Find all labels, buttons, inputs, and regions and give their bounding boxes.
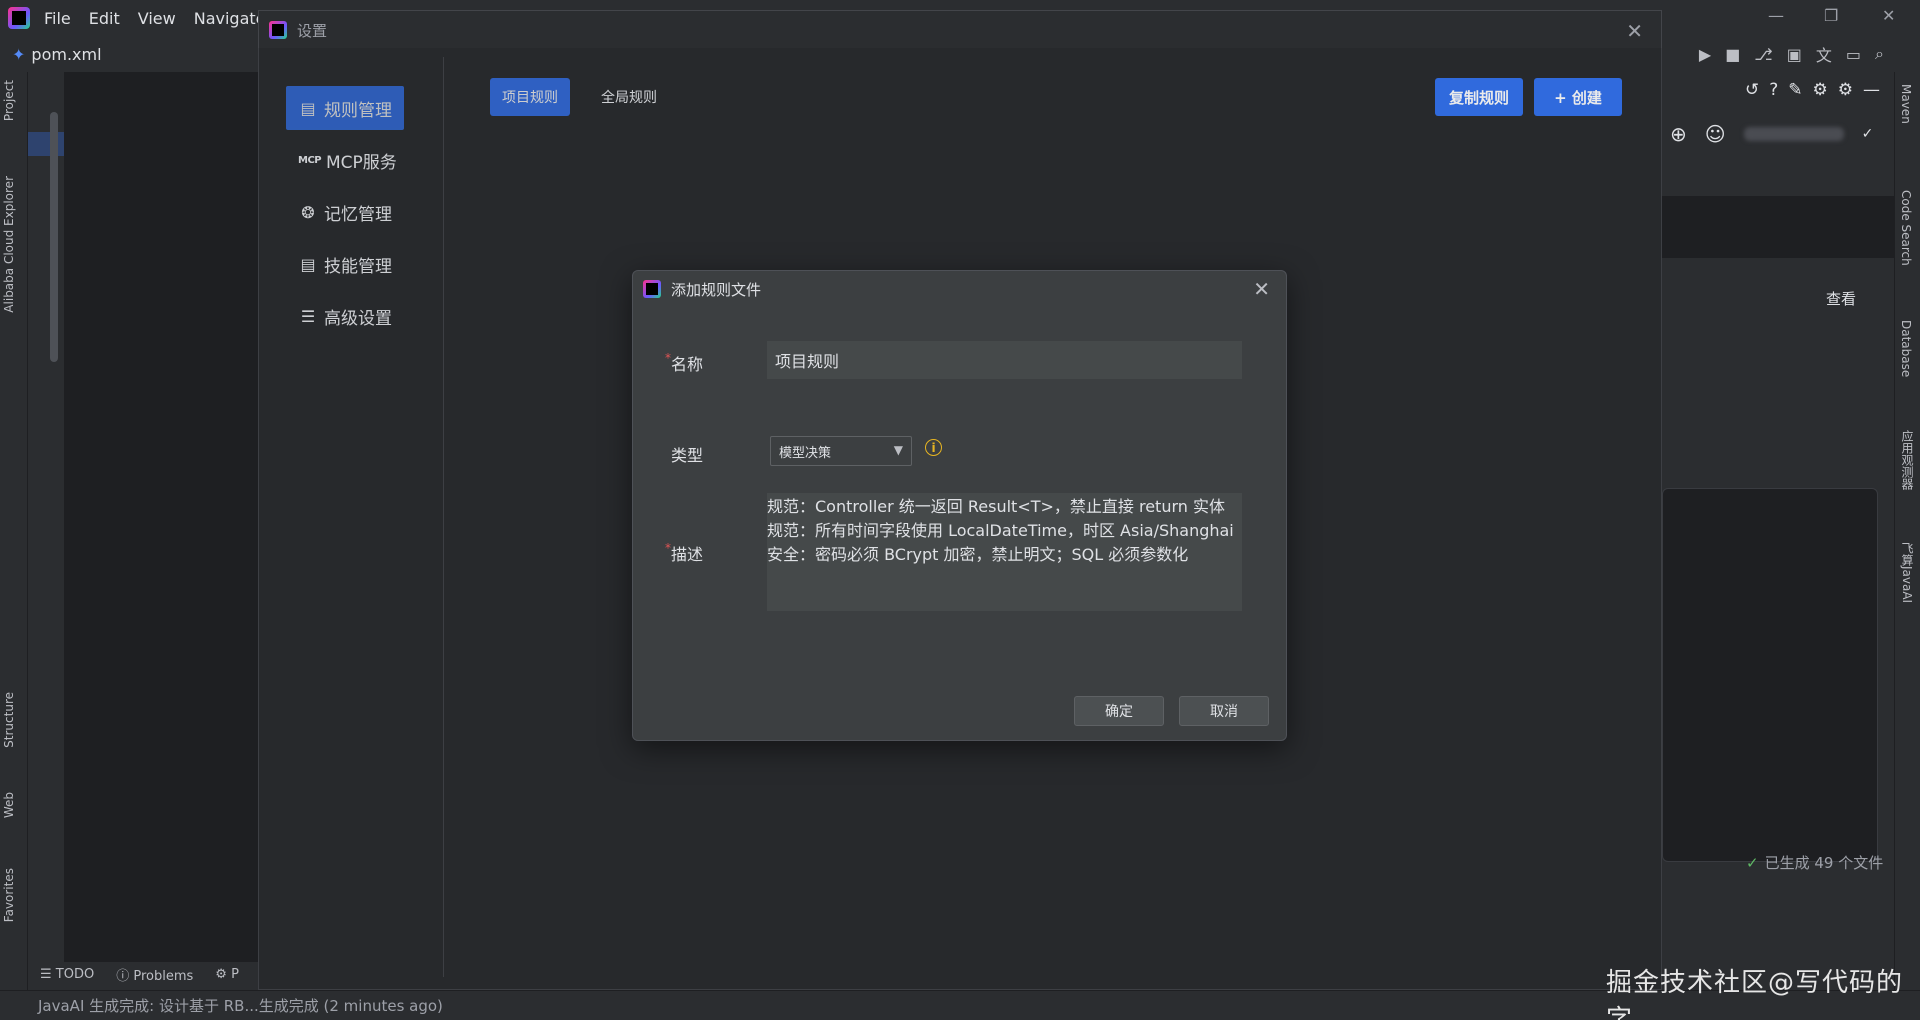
generated-files-status: ✓ 已生成 49 个文件 [1746,852,1883,873]
help-icon[interactable]: ? [1769,80,1778,100]
ai-panel-user-row: ⊕ ☺ ✓ [1662,114,1894,154]
file-tab-pom[interactable]: ✦ pom.xml [12,45,102,64]
menu-view[interactable]: View [138,9,176,28]
status-text: JavaAI 生成完成: 设计基于 RB...生成完成 (2 minutes a… [38,997,443,1015]
intellij-logo-icon [269,21,287,39]
window-close-icon[interactable]: ✕ [1882,6,1895,25]
name-label-text: 名称 [671,355,704,374]
maven-file-icon: ✦ [12,44,26,64]
type-select[interactable]: 模型决策 ▼ [770,436,912,466]
name-field[interactable] [767,341,1242,379]
intellij-logo-icon [8,7,30,29]
todo-label: TODO [55,966,95,982]
ok-button[interactable]: 确定 [1074,696,1164,726]
desc-line: 安全：密码必须 BCrypt 加密，禁止明文；SQL 必须参数化 [767,545,1189,564]
minimize-icon[interactable]: — [1768,6,1784,25]
tool-tab-web[interactable]: Web [2,792,16,818]
tool-tab-alibaba-cloud[interactable]: Alibaba Cloud Explorer [2,176,16,313]
editor-tabbar: ✦ pom.xml [0,36,258,72]
settings-titlebar: 设置 [259,11,1661,49]
menu-file[interactable]: File [44,9,71,28]
right-toolbar: ▶ ■ ⎇ ▣ 文 ▭ ⌕ [1662,36,1894,72]
restore-icon[interactable]: ❐ [1824,6,1838,25]
history-icon[interactable]: ↺ [1745,80,1759,100]
description-textarea[interactable]: 规范：Controller 统一返回 Result<T>，禁止直接 return… [767,493,1242,611]
right-ai-panel: ▶ ■ ⎇ ▣ 文 ▭ ⌕ ↺ ? ✎ ⚙ ⚙ — ⊕ ☺ ✓ 查看 ✓ 已生成… [1662,36,1894,990]
view-link[interactable]: 查看 [1826,288,1856,309]
editor-area [64,72,258,962]
translate-icon[interactable]: 文 [1816,42,1832,66]
tool-tab-favorites[interactable]: Favorites [2,868,16,922]
todo-tab[interactable]: ☰ TODO [40,967,94,982]
tool-tab-structure[interactable]: Structure [2,692,16,748]
left-tool-strip: Project Alibaba Cloud Explorer Structure… [0,72,28,992]
tool-tab-database[interactable]: Database [1899,320,1913,377]
ai-output-panel [1662,488,1878,862]
more-label: P [231,966,239,982]
problems-label: Problems [133,968,194,984]
tool-tab-code-search[interactable]: Code Search [1899,190,1913,266]
tool-tab-app-observer[interactable]: 应用观测器 [1899,430,1916,490]
stop-icon[interactable]: ■ [1725,45,1740,64]
project-panel [28,72,64,962]
menu-edit[interactable]: Edit [89,9,120,28]
add-icon[interactable]: ⊕ [1670,122,1687,146]
search-icon[interactable]: ⌕ [1875,44,1884,64]
options-icon[interactable]: ⚙ [1838,80,1853,100]
cancel-button[interactable]: 取消 [1179,696,1269,726]
menu-navigate[interactable]: Navigate [194,9,266,28]
right-tool-strip: Maven Code Search Database 应用观测器 飞算JavaA… [1894,72,1920,990]
ai-message-block [1662,196,1894,258]
success-check-icon: ✓ [1746,853,1759,872]
bottom-tool-bar: ☰ TODO ⓘ Problems ⚙ P [28,962,260,986]
layout-icon[interactable]: ▭ [1846,45,1861,64]
edit-icon[interactable]: ✎ [1788,80,1802,100]
project-tree-selection [28,132,64,156]
name-label: *名称 [665,351,703,375]
blurred-username [1743,127,1844,141]
check-icon: ✓ [1861,126,1874,142]
avatar-icon[interactable]: ☺ [1705,122,1726,146]
desc-line: 规范：Controller 统一返回 Result<T>，禁止直接 return… [767,497,1225,516]
minimize-panel-icon[interactable]: — [1863,80,1880,100]
chevron-down-icon: ▼ [893,443,903,457]
more-tab[interactable]: ⚙ P [215,967,239,982]
type-label: 类型 [671,446,704,465]
settings-title: 设置 [297,21,328,40]
problems-tab[interactable]: ⓘ Problems [116,965,193,984]
watermark: 掘金技术社区@写代码的字 [1606,968,1904,1020]
tool-tab-maven[interactable]: Maven [1899,84,1913,124]
tool-tab-project[interactable]: Project [2,80,16,121]
tool-tab-feisuan-javaai[interactable]: 飞算JavaAI [1899,542,1916,603]
desc-label-text: 描述 [671,545,704,564]
desc-line: 规范：所有时间字段使用 LocalDateTime，时区 Asia/Shangh… [767,521,1234,540]
info-icon[interactable]: i [925,439,942,456]
project-scrollbar[interactable] [50,112,58,362]
project-structure-icon[interactable]: ▣ [1787,45,1802,64]
type-select-value: 模型决策 [779,445,832,461]
settings-close-icon[interactable]: ✕ [1626,19,1643,43]
desc-label: *描述 [665,541,703,565]
run-icon[interactable]: ▶ [1699,45,1711,64]
intellij-logo-icon [643,280,661,298]
add-rule-titlebar: 添加规则文件 [633,271,1286,307]
add-rule-dialog: 添加规则文件 ✕ *名称 类型 模型决策 ▼ i *描述 规范：Controll… [632,270,1287,741]
ai-panel-toolbar: ↺ ? ✎ ⚙ ⚙ — [1662,74,1894,106]
settings-gear-icon[interactable]: ⚙ [1813,80,1828,100]
vcs-icon[interactable]: ⎇ [1754,45,1772,64]
add-rule-title: 添加规则文件 [671,280,762,299]
add-rule-close-icon[interactable]: ✕ [1253,277,1270,301]
file-tab-label: pom.xml [31,44,102,64]
generated-files-text: 已生成 49 个文件 [1764,854,1884,872]
